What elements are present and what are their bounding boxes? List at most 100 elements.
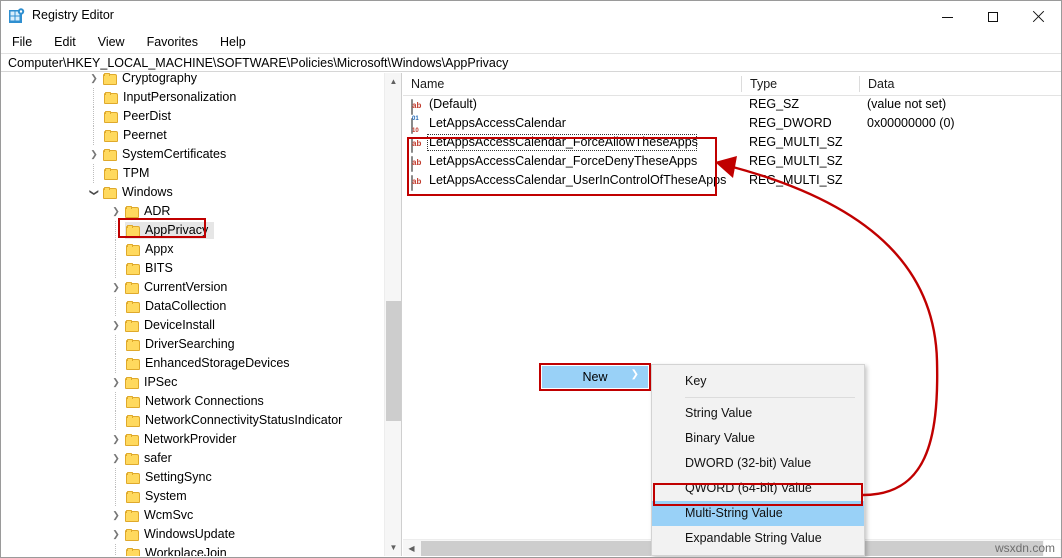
tree-item-driversearching[interactable]: DriverSearching bbox=[2, 335, 380, 354]
tree-item-content[interactable]: WcmSvc bbox=[124, 506, 193, 525]
tree-item-adr[interactable]: ❯ ADR bbox=[2, 202, 380, 221]
tree-item-workplacejoin[interactable]: WorkplaceJoin bbox=[2, 544, 380, 556]
menu-item-binary-value[interactable]: Binary Value bbox=[652, 426, 864, 451]
chevron-down-icon[interactable]: ❯ bbox=[85, 185, 104, 201]
menu-help[interactable]: Help bbox=[209, 32, 257, 53]
tree-item-safer[interactable]: ❯ safer bbox=[2, 449, 380, 468]
context-menu-new-item[interactable]: New ❯ bbox=[542, 366, 648, 388]
address-bar[interactable]: Computer\HKEY_LOCAL_MACHINE\SOFTWARE\Pol… bbox=[1, 53, 1061, 72]
table-row[interactable]: LetAppsAccessCalendar_ForceDenyTheseApps… bbox=[403, 152, 1061, 172]
table-row[interactable]: LetAppsAccessCalendar_UserInControlOfThe… bbox=[403, 171, 1061, 191]
table-row[interactable]: LetAppsAccessCalendar REG_DWORD 0x00000000… bbox=[403, 114, 1061, 134]
tree-item-content[interactable]: AppPrivacy bbox=[125, 222, 215, 239]
tree-item-content[interactable]: NetworkConnectivityStatusIndicator bbox=[125, 411, 342, 430]
menu-favorites[interactable]: Favorites bbox=[136, 32, 209, 53]
tree-item-networkconnectivitystatusindicator[interactable]: NetworkConnectivityStatusIndicator bbox=[2, 411, 380, 430]
tree-item-datacollection[interactable]: DataCollection bbox=[2, 297, 380, 316]
tree-item-content[interactable]: Network Connections bbox=[125, 392, 264, 411]
menu-view[interactable]: View bbox=[87, 32, 136, 53]
tree-item-content[interactable]: WindowsUpdate bbox=[124, 525, 235, 544]
tree-item-deviceinstall[interactable]: ❯ DeviceInstall bbox=[2, 316, 380, 335]
tree-item-content[interactable]: PeerDist bbox=[103, 107, 171, 126]
tree-item-content[interactable]: EnhancedStorageDevices bbox=[125, 354, 290, 373]
tree-item-system[interactable]: System bbox=[2, 487, 380, 506]
tree-item-windowsupdate[interactable]: ❯ WindowsUpdate bbox=[2, 525, 380, 544]
values-scroll-left-button[interactable]: ◀ bbox=[403, 540, 420, 557]
tree-item-wcmsvc[interactable]: ❯ WcmSvc bbox=[2, 506, 380, 525]
menu-item-string-value[interactable]: String Value bbox=[652, 401, 864, 426]
tree-item-content[interactable]: Cryptography bbox=[102, 73, 197, 88]
chevron-right-icon[interactable]: ❯ bbox=[108, 449, 124, 468]
tree-scroll-up-button[interactable]: ▲ bbox=[385, 73, 401, 90]
tree-scroll-down-button[interactable]: ▼ bbox=[385, 539, 401, 556]
tree-item-settingsync[interactable]: SettingSync bbox=[2, 468, 380, 487]
tree-item-content[interactable]: IPSec bbox=[124, 373, 177, 392]
tree-vertical-scrollbar[interactable]: ▲ ▼ bbox=[384, 73, 401, 556]
column-header-type[interactable]: Type bbox=[742, 73, 859, 95]
new-submenu[interactable]: Key String Value Binary Value DWORD (32-bit… bbox=[651, 364, 865, 556]
tree-item-network-connections[interactable]: Network Connections bbox=[2, 392, 380, 411]
values-list[interactable]: (Default) REG_SZ (value not set) LetAppsAcc… bbox=[403, 95, 1061, 191]
tree-item-content[interactable]: ADR bbox=[124, 202, 170, 221]
tree-item-content[interactable]: InputPersonalization bbox=[103, 88, 236, 107]
chevron-right-icon[interactable]: ❯ bbox=[86, 145, 102, 164]
menu-item-expandable-string-value[interactable]: Expandable String Value bbox=[652, 526, 864, 551]
tree-item-content[interactable]: DeviceInstall bbox=[124, 316, 215, 335]
tree-item-systemcertificates[interactable]: ❯ SystemCertificates bbox=[2, 145, 380, 164]
tree-item-networkprovider[interactable]: ❯ NetworkProvider bbox=[2, 430, 380, 449]
tree-item-content[interactable]: BITS bbox=[125, 259, 173, 278]
chevron-right-icon[interactable]: ❯ bbox=[108, 525, 124, 544]
column-header-name[interactable]: Name bbox=[403, 73, 741, 95]
tree-item-bits[interactable]: BITS bbox=[2, 259, 380, 278]
tree-item-content[interactable]: DataCollection bbox=[125, 297, 226, 316]
chevron-right-icon[interactable]: ❯ bbox=[108, 430, 124, 449]
tree-item-content[interactable]: SystemCertificates bbox=[102, 145, 226, 164]
column-header-data[interactable]: Data bbox=[860, 73, 1060, 95]
tree-item-peernet[interactable]: Peernet bbox=[2, 126, 380, 145]
tree-item-tpm[interactable]: TPM bbox=[2, 164, 380, 183]
menu-item-qword-64-bit-value[interactable]: QWORD (64-bit) Value bbox=[652, 476, 864, 501]
chevron-right-icon[interactable]: ❯ bbox=[108, 278, 124, 297]
tree-item-content[interactable]: Peernet bbox=[103, 126, 167, 145]
chevron-right-icon[interactable]: ❯ bbox=[108, 506, 124, 525]
tree-item-currentversion[interactable]: ❯ CurrentVersion bbox=[2, 278, 380, 297]
tree-item-content[interactable]: CurrentVersion bbox=[124, 278, 227, 297]
menu-file[interactable]: File bbox=[1, 32, 43, 53]
tree-scrollbar-thumb[interactable] bbox=[386, 301, 401, 421]
maximize-button[interactable] bbox=[970, 1, 1015, 32]
tree-item-content[interactable]: safer bbox=[124, 449, 172, 468]
close-button[interactable] bbox=[1015, 1, 1061, 32]
menu-item-multi-string-value[interactable]: Multi-String Value bbox=[652, 501, 864, 526]
tree-item-windows[interactable]: ❯ Windows bbox=[2, 183, 380, 202]
tree-item-content[interactable]: DriverSearching bbox=[125, 335, 235, 354]
tree-item-content[interactable]: Windows bbox=[102, 183, 173, 202]
tree-item-inputpersonalization[interactable]: InputPersonalization bbox=[2, 88, 380, 107]
tree-item-label: SystemCertificates bbox=[122, 147, 227, 161]
table-row[interactable]: LetAppsAccessCalendar_ForceAllowTheseApp… bbox=[403, 133, 1061, 153]
tree-item-appx[interactable]: Appx bbox=[2, 240, 380, 259]
value-type: REG_DWORD bbox=[749, 116, 832, 130]
tree-item-enhancedstoragedevices[interactable]: EnhancedStorageDevices bbox=[2, 354, 380, 373]
tree-item-content[interactable]: NetworkProvider bbox=[124, 430, 236, 449]
tree-item-ipsec[interactable]: ❯ IPSec bbox=[2, 373, 380, 392]
table-row[interactable]: (Default) REG_SZ (value not set) bbox=[403, 95, 1061, 115]
chevron-right-icon[interactable]: ❯ bbox=[108, 373, 124, 392]
tree-item-content[interactable]: TPM bbox=[103, 164, 149, 183]
chevron-right-icon[interactable]: ❯ bbox=[86, 73, 102, 88]
menu-edit[interactable]: Edit bbox=[43, 32, 87, 53]
chevron-right-icon[interactable]: ❯ bbox=[108, 316, 124, 335]
menu-item-dword-32-bit-value[interactable]: DWORD (32-bit) Value bbox=[652, 451, 864, 476]
tree-item-cryptography[interactable]: ❯ Cryptography bbox=[2, 73, 380, 88]
tree-item-appprivacy[interactable]: AppPrivacy bbox=[2, 221, 380, 240]
chevron-right-icon[interactable]: ❯ bbox=[108, 202, 124, 221]
tree-item-content[interactable]: SettingSync bbox=[125, 468, 212, 487]
tree-item-content[interactable]: WorkplaceJoin bbox=[125, 544, 227, 556]
menu-item-key[interactable]: Key bbox=[652, 369, 864, 394]
registry-tree[interactable]: ❯ Cryptography InputPersonalization PeerDis… bbox=[2, 73, 380, 556]
tree-item-peerdist[interactable]: PeerDist bbox=[2, 107, 380, 126]
minimize-button[interactable] bbox=[925, 1, 970, 32]
tree-guide-dots bbox=[93, 107, 103, 126]
tree-item-content[interactable]: System bbox=[125, 487, 187, 506]
tree-item-content[interactable]: Appx bbox=[125, 240, 174, 259]
